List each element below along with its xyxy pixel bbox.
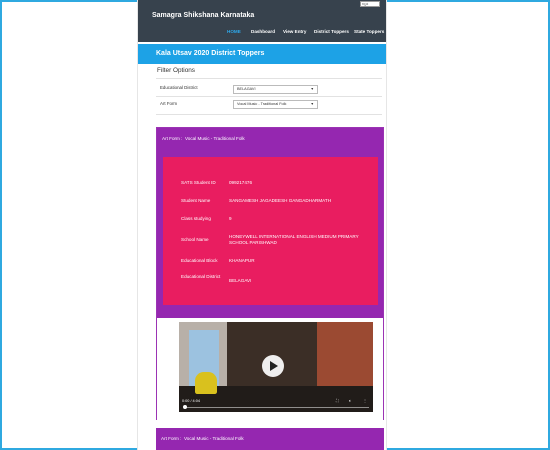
sats-id-label: SATS Student ID [181, 180, 216, 185]
class-label: Class studying [181, 216, 211, 221]
nav-home[interactable]: HOME [227, 29, 241, 34]
class-value: 9 [229, 216, 232, 221]
artform-select-value: Vocal Music - Traditional Folk [237, 102, 287, 106]
artform-select[interactable]: Vocal Music - Traditional Folk ▼ [233, 100, 318, 109]
performance-video[interactable]: 0:00 / 4:04 ⛶ 🔈︎ ⋮ [179, 322, 373, 412]
volume-icon[interactable]: 🔈︎ [349, 398, 351, 403]
school-name-value: HONEYWELL INTERNATIONAL ENGLISH MEDIUM P… [229, 234, 359, 245]
main-nav: HOME Dashboard View Entry District Toppe… [138, 29, 386, 39]
district-select[interactable]: BELAGAVI ▼ [233, 85, 318, 94]
play-icon[interactable] [262, 355, 284, 377]
more-options-icon[interactable]: ⋮ [363, 398, 367, 403]
filter-title: Filter Options [157, 67, 196, 74]
card-header: Art Form : Vocal Music - Traditional Fol… [162, 136, 245, 141]
video-container: 0:00 / 4:04 ⛶ 🔈︎ ⋮ [157, 318, 383, 420]
school-name-label: School Name [181, 237, 209, 242]
artform-label: Art Form [160, 101, 178, 106]
nav-dashboard[interactable]: Dashboard [251, 29, 275, 34]
nav-state-toppers[interactable]: State Toppers [354, 29, 384, 34]
block-value: KHANAPUR [229, 258, 255, 263]
district-label: Educational District [160, 85, 198, 90]
district-info-value: BELAGAVI [229, 278, 252, 283]
language-select[interactable]: ಕನ್ನಡ [360, 1, 380, 7]
sats-id-value: 099217476 [229, 180, 252, 185]
chevron-down-icon: ▼ [310, 87, 314, 91]
page: ಕನ್ನಡ Samagra Shikshana Karnataka HOME D… [137, 0, 387, 450]
site-brand[interactable]: Samagra Shikshana Karnataka [152, 12, 254, 19]
site-header: ಕನ್ನಡ Samagra Shikshana Karnataka HOME D… [138, 0, 386, 42]
card-header: Art Form : Vocal Music - Traditional Fol… [161, 436, 244, 441]
page-title: Kala Utsav 2020 District Toppers [156, 50, 265, 57]
student-name-label: Student Name [181, 198, 211, 203]
divider [156, 78, 382, 79]
video-progress-bar[interactable] [185, 407, 369, 408]
art-form-label: Art Form : [161, 436, 182, 441]
page-title-bar: Kala Utsav 2020 District Toppers [138, 44, 386, 64]
student-info-box: SATS Student ID 099217476 Student Name S… [163, 157, 378, 305]
video-time: 0:00 / 4:04 [182, 399, 200, 403]
nav-district-toppers[interactable]: District Toppers [314, 29, 349, 34]
student-name-value: SANGAMESH JAGADEESH GANGADHARMATH [229, 198, 332, 203]
video-frame-person [195, 372, 217, 394]
divider [156, 96, 382, 97]
chevron-down-icon: ▼ [310, 102, 314, 106]
art-form-value: Vocal Music - Traditional Folk [183, 436, 244, 441]
nav-view-entry[interactable]: View Entry [283, 29, 306, 34]
divider [156, 114, 382, 115]
topper-card: Art Form : Vocal Music - Traditional Fol… [156, 428, 384, 450]
topper-card: Art Form : Vocal Music - Traditional Fol… [156, 127, 384, 420]
district-select-value: BELAGAVI [237, 87, 256, 91]
block-label: Educational Block [181, 258, 218, 263]
art-form-label: Art Form : [162, 136, 183, 141]
district-info-label: Educational District [181, 274, 221, 279]
video-progress-handle[interactable] [183, 405, 187, 409]
art-form-value: Vocal Music - Traditional Folk [184, 136, 245, 141]
fullscreen-icon[interactable]: ⛶ [336, 398, 339, 403]
